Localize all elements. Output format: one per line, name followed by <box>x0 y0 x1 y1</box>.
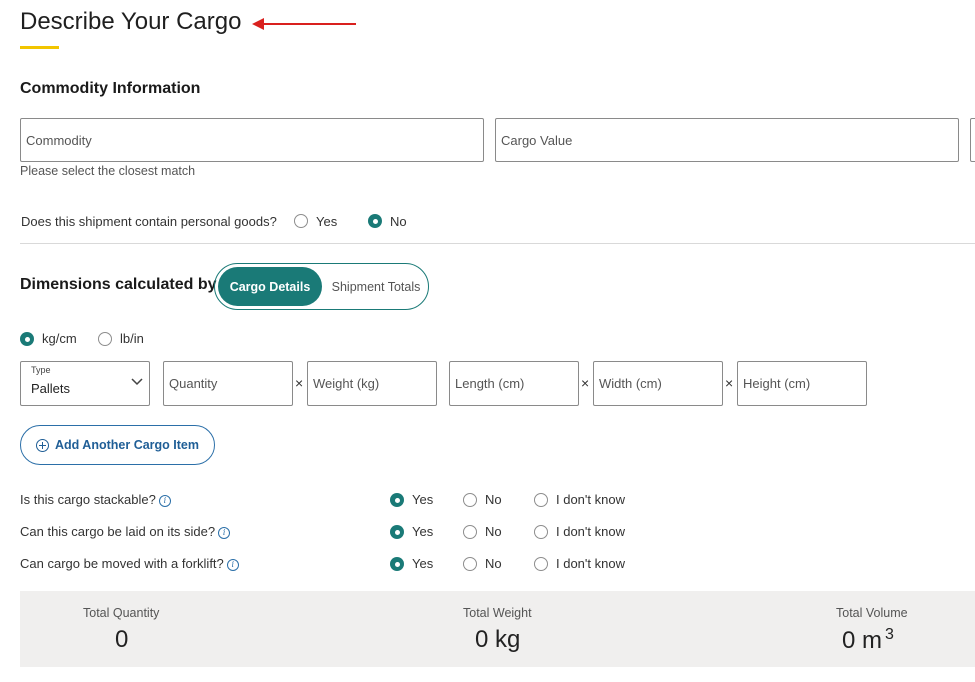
side-question: Can this cargo be laid on its side? i <box>20 524 231 539</box>
forklift-unknown-label: I don't know <box>556 556 625 571</box>
length-input[interactable]: Length (cm) <box>449 361 579 406</box>
side-question-text: Can this cargo be laid on its side? <box>20 524 216 539</box>
side-yes-label: Yes <box>412 524 434 539</box>
stackable-question-text: Is this cargo stackable? <box>20 492 156 507</box>
height-placeholder: Height (cm) <box>743 376 811 391</box>
forklift-no-label: No <box>485 556 502 571</box>
height-input[interactable]: Height (cm) <box>737 361 867 406</box>
personal-goods-yes-radio[interactable] <box>294 214 308 228</box>
personal-goods-no-radio[interactable] <box>368 214 382 228</box>
quantity-placeholder: Quantity <box>169 376 218 391</box>
forklift-question-text: Can cargo be moved with a forklift? <box>20 556 224 571</box>
type-select[interactable]: Type Pallets <box>20 361 150 406</box>
total-volume-exponent: 3 <box>885 626 894 643</box>
commodity-heading: Commodity Information <box>20 80 201 97</box>
forklift-unknown-radio[interactable] <box>534 557 548 571</box>
commodity-placeholder: Commodity <box>26 132 92 148</box>
width-placeholder: Width (cm) <box>599 376 662 391</box>
side-no-radio[interactable] <box>463 525 477 539</box>
info-icon[interactable]: i <box>158 494 171 507</box>
total-quantity-value: 0 <box>115 626 129 653</box>
unit-kgcm-radio[interactable] <box>20 332 34 346</box>
page-title: Describe Your Cargo <box>20 8 242 35</box>
width-input[interactable]: Width (cm) <box>593 361 723 406</box>
side-unknown-radio[interactable] <box>534 525 548 539</box>
total-volume-number: 0 m <box>842 627 883 654</box>
forklift-no-radio[interactable] <box>463 557 477 571</box>
weight-placeholder: Weight (kg) <box>313 376 380 391</box>
stackable-unknown-radio[interactable] <box>534 493 548 507</box>
toggle-cargo-details[interactable]: Cargo Details <box>218 267 322 306</box>
stackable-no-radio[interactable] <box>463 493 477 507</box>
stackable-unknown-label: I don't know <box>556 492 625 507</box>
total-weight-value: 0 kg <box>475 626 521 653</box>
forklift-yes-label: Yes <box>412 556 434 571</box>
total-volume-label: Total Volume <box>836 606 908 620</box>
plus-circle-icon <box>36 438 49 452</box>
title-underline <box>20 46 59 49</box>
totals-panel: Total Quantity 0 Total Weight 0 kg Total… <box>20 591 975 667</box>
red-arrow-icon <box>252 18 356 30</box>
type-label: Type <box>31 365 51 375</box>
stackable-no-label: No <box>485 492 502 507</box>
total-quantity-label: Total Quantity <box>83 606 160 620</box>
personal-goods-no-label: No <box>390 214 407 229</box>
side-yes-radio[interactable] <box>390 525 404 539</box>
stackable-yes-radio[interactable] <box>390 493 404 507</box>
currency-field[interactable] <box>970 118 975 162</box>
side-unknown-label: I don't know <box>556 524 625 539</box>
total-weight-label: Total Weight <box>463 606 532 620</box>
info-icon[interactable]: i <box>218 526 231 539</box>
stackable-yes-label: Yes <box>412 492 434 507</box>
cargo-value-placeholder: Cargo Value <box>501 132 573 148</box>
unit-lbin-radio[interactable] <box>98 332 112 346</box>
unit-lbin-label: lb/in <box>120 331 144 346</box>
length-placeholder: Length (cm) <box>455 376 525 391</box>
forklift-question: Can cargo be moved with a forklift? i <box>20 556 239 571</box>
multiply-sign: × <box>581 375 590 391</box>
stackable-question: Is this cargo stackable? i <box>20 492 171 507</box>
commodity-input[interactable]: Commodity <box>20 118 484 162</box>
quantity-input[interactable]: Quantity <box>163 361 293 406</box>
weight-input[interactable]: Weight (kg) <box>307 361 437 406</box>
personal-goods-yes-label: Yes <box>316 214 338 229</box>
commodity-hint: Please select the closest match <box>20 164 196 178</box>
type-value: Pallets <box>31 381 71 396</box>
dimensions-heading: Dimensions calculated by <box>20 276 217 293</box>
add-cargo-item-label: Add Another Cargo Item <box>55 438 199 452</box>
info-icon[interactable]: i <box>226 558 239 571</box>
toggle-shipment-totals[interactable]: Shipment Totals <box>324 267 428 306</box>
multiply-sign: × <box>295 375 304 391</box>
section-divider <box>20 243 975 244</box>
personal-goods-question: Does this shipment contain personal good… <box>21 214 277 229</box>
total-volume-value: 0 m3 <box>842 626 894 655</box>
cargo-value-input[interactable]: Cargo Value <box>495 118 959 162</box>
add-cargo-item-button[interactable]: Add Another Cargo Item <box>20 425 215 465</box>
forklift-yes-radio[interactable] <box>390 557 404 571</box>
side-no-label: No <box>485 524 502 539</box>
unit-kgcm-label: kg/cm <box>42 331 77 346</box>
chevron-down-icon <box>131 378 143 386</box>
multiply-sign: × <box>725 375 734 391</box>
